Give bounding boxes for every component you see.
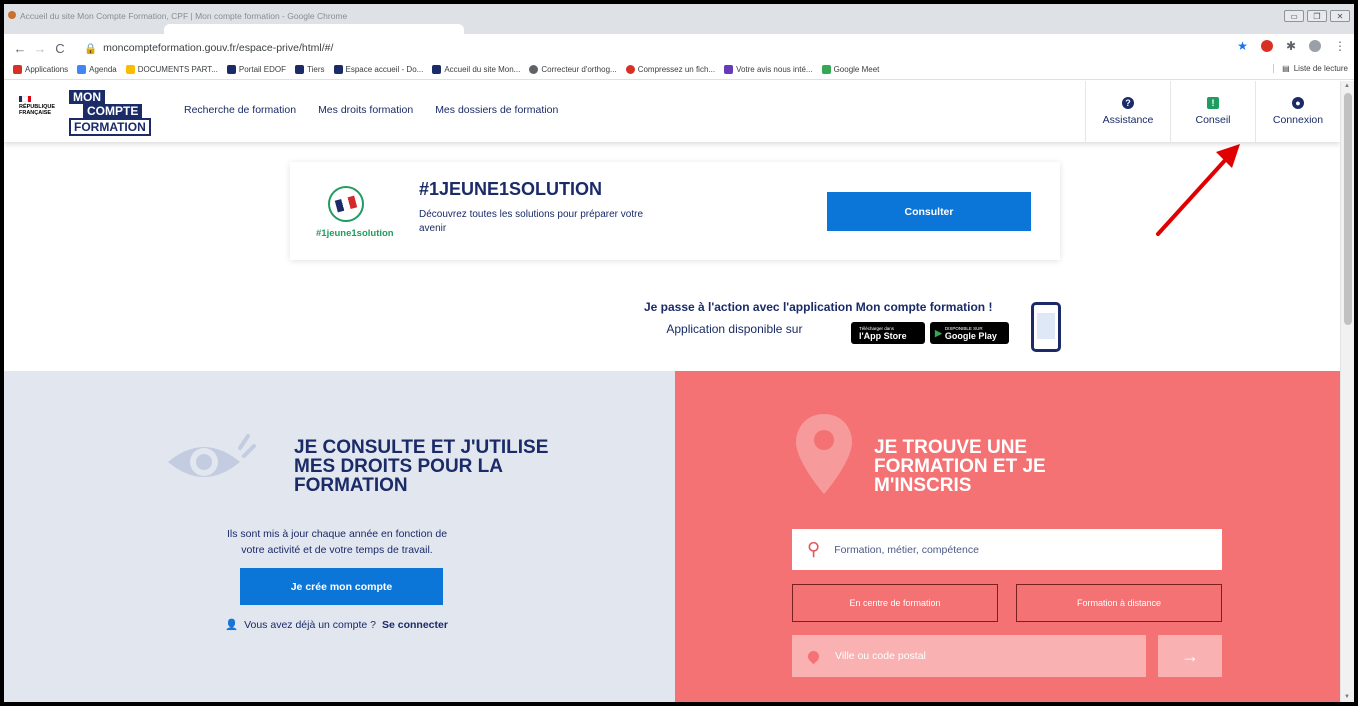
user-icon: ● [1292,97,1304,109]
bookmark-espace[interactable]: Espace accueil - Do... [333,65,423,74]
window-title: Accueil du site Mon Compte Formation, CP… [20,11,348,21]
map-marker-icon [805,648,822,664]
conseil-button[interactable]: ! Conseil [1170,81,1255,142]
bookmark-compressez[interactable]: Compressez un fich... [625,65,715,74]
star-icon[interactable]: ★ [1237,39,1248,53]
banner-subtitle: Découvrez toutes les solutions pour prép… [419,209,644,234]
droits-text: Ils sont mis à jour chaque année en fonc… [226,528,448,556]
active-tab[interactable] [164,24,464,34]
arrow-right-icon: → [1181,645,1199,666]
site-icon [432,65,442,74]
jeune-banner: #1jeune1solution #1JEUNE1SOLUTION Découv… [290,162,1060,260]
city-input[interactable]: Ville ou code postal [792,635,1146,677]
close-button[interactable]: ✕ [1330,10,1350,22]
question-icon: ? [1122,97,1134,109]
adblock-icon[interactable] [1260,40,1273,52]
browser-window: Accueil du site Mon Compte Formation, CP… [4,4,1354,702]
connexion-button[interactable]: ● Connexion [1255,81,1340,142]
bookmark-agenda[interactable]: Agenda [77,65,117,74]
app-store-badge[interactable]: Télécharger dans l'App Store [851,322,925,344]
location-pin-icon [796,414,852,494]
site-header: RÉPUBLIQUE FRANÇAISE MON COMPTE FORMATION… [4,81,1340,142]
consulter-button[interactable]: Consulter [827,192,1031,231]
restore-button[interactable]: ❐ [1307,10,1327,22]
formation-search-input[interactable]: ⚲ Formation, métier, compétence [792,529,1222,570]
formation-section: JE TROUVE UNE FORMATION ET JE M'INSCRIS … [675,371,1340,702]
already-account: 👤 Vous avez déjà un compte ? Se connecter [225,618,448,632]
france-relance-icon [328,186,364,222]
site-icon [529,65,539,74]
banner-tag: #1jeune1solution [316,228,394,239]
drive-icon [125,65,135,74]
site-icon [333,65,343,74]
bookmark-correcteur[interactable]: Correcteur d'orthog... [529,65,617,74]
meet-icon [821,65,831,74]
apps-icon [13,65,22,74]
address-bar[interactable]: 🔒 moncompteformation.gouv.fr/espace-priv… [84,42,333,55]
profile-icon[interactable] [1309,40,1321,52]
user-outline-icon: 👤 [225,619,239,631]
title-bar: Accueil du site Mon Compte Formation, CP… [4,4,1354,34]
app-promo-title: Je passe à l'action avec l'application M… [644,300,993,314]
bookmarks-bar: Applications Agenda DOCUMENTS PART... Po… [4,60,1354,80]
menu-icon[interactable]: ⋮ [1334,39,1346,53]
chat-icon: ! [1207,97,1219,109]
bookmark-edof[interactable]: Portail EDOF [226,65,286,74]
formation-heading: JE TROUVE UNE FORMATION ET JE M'INSCRIS [874,437,1046,496]
assistance-button[interactable]: ? Assistance [1085,81,1170,142]
back-icon[interactable]: ← [10,41,30,56]
droits-section: JE CONSULTE ET J'UTILISE MES DROITS POUR… [4,371,675,702]
minimize-button[interactable]: ▭ [1284,10,1304,22]
droits-heading: JE CONSULTE ET J'UTILISE MES DROITS POUR… [294,437,549,496]
reload-icon[interactable]: C [50,41,70,56]
calendar-icon [77,65,87,74]
extensions-icon[interactable]: ✱ [1286,39,1296,53]
mon-compte-formation-logo[interactable]: MON COMPTE FORMATION [69,90,151,136]
web-page: RÉPUBLIQUE FRANÇAISE MON COMPTE FORMATION… [4,81,1340,702]
search-submit-button[interactable]: → [1158,635,1222,677]
nav-droits[interactable]: Mes droits formation [318,104,413,116]
bookmark-tiers[interactable]: Tiers [295,65,325,74]
scroll-down-icon[interactable]: ▼ [1344,694,1350,700]
bookmark-votre-avis[interactable]: Votre avis nous inté... [724,65,813,74]
bookmark-applications[interactable]: Applications [13,65,68,74]
url-text[interactable]: moncompteformation.gouv.fr/espace-prive/… [103,42,333,54]
scrollbar[interactable]: ▲ ▼ [1340,81,1354,702]
search-icon: ⚲ [807,539,821,559]
phone-icon [1031,302,1061,352]
reading-list[interactable]: ▤ Liste de lecture [1273,64,1348,73]
reading-list-icon: ▤ [1282,64,1290,73]
se-connecter-link[interactable]: Se connecter [382,619,448,631]
scroll-up-icon[interactable]: ▲ [1344,83,1350,89]
forward-icon[interactable]: → [30,41,50,56]
lock-icon: 🔒 [84,42,98,55]
distance-formation-option[interactable]: Formation à distance [1016,584,1222,622]
favicon-icon [8,11,16,19]
site-icon [295,65,305,74]
heart-icon [625,65,635,74]
nav-dossiers[interactable]: Mes dossiers de formation [435,104,558,116]
eye-icon [168,434,256,477]
bookmark-meet[interactable]: Google Meet [821,65,879,74]
site-icon [226,65,236,74]
scroll-thumb[interactable] [1344,93,1352,325]
bookmark-accueil[interactable]: Accueil du site Mon... [432,65,520,74]
play-icon: ▶ [935,327,942,338]
bookmark-documents[interactable]: DOCUMENTS PART... [125,65,218,74]
google-play-badge[interactable]: ▶ DISPONIBLE SUR Google Play [930,322,1009,344]
republique-logo: RÉPUBLIQUE FRANÇAISE [19,96,57,116]
form-icon [724,65,734,74]
centre-formation-option[interactable]: En centre de formation [792,584,998,622]
create-account-button[interactable]: Je crée mon compte [240,568,443,605]
app-promo-text: Application disponible sur [666,322,803,336]
toolbar: ← → C 🔒 moncompteformation.gouv.fr/espac… [4,34,1354,62]
banner-title: #1JEUNE1SOLUTION [419,179,603,199]
nav-recherche[interactable]: Recherche de formation [184,104,296,116]
